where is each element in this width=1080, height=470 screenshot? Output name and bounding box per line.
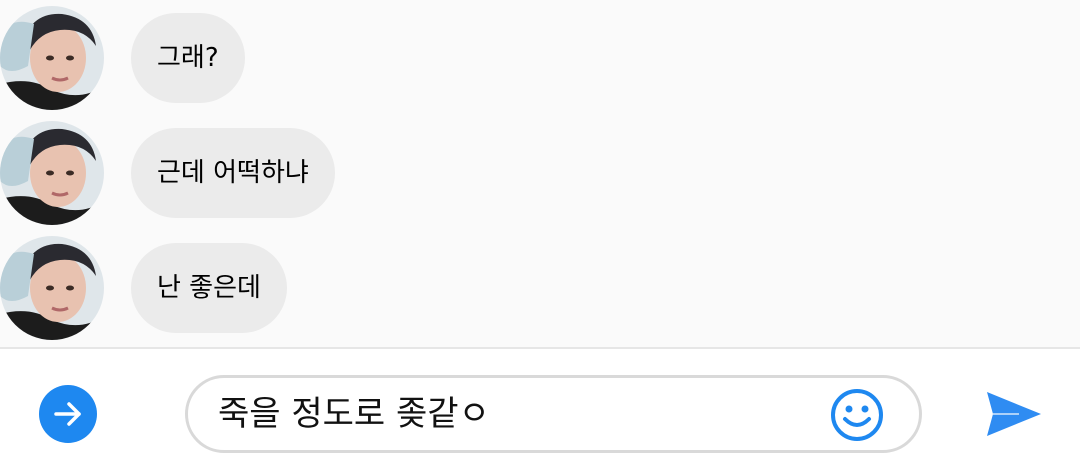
send-icon	[987, 392, 1041, 436]
avatar[interactable]	[0, 121, 104, 225]
expand-actions-button[interactable]	[39, 385, 97, 443]
message-bubble[interactable]: 근데 어떡하냐	[131, 128, 335, 218]
message-input-value[interactable]: 죽을 정도로 좆같ㅇ	[218, 378, 490, 450]
avatar[interactable]	[0, 6, 104, 110]
avatar-image	[0, 236, 104, 340]
message-list[interactable]: 그래? 근데 어떡하냐 난 좋은데	[0, 0, 1080, 347]
message-row: 난 좋은데	[0, 233, 1080, 343]
message-text: 근데 어떡하냐	[157, 158, 309, 188]
avatar[interactable]	[0, 236, 104, 340]
message-text: 그래?	[157, 43, 219, 73]
avatar-image	[0, 121, 104, 225]
emoji-button[interactable]	[829, 387, 885, 443]
message-row: 근데 어떡하냐	[0, 118, 1080, 228]
arrow-right-icon	[54, 402, 81, 426]
message-row: 그래?	[0, 4, 1080, 114]
message-input[interactable]: 죽을 정도로 좆같ㅇ	[185, 375, 922, 453]
smiley-icon	[831, 389, 883, 441]
message-composer: 죽을 정도로 좆같ㅇ	[0, 349, 1080, 470]
message-bubble[interactable]: 난 좋은데	[131, 243, 287, 333]
message-bubble[interactable]: 그래?	[131, 13, 245, 103]
avatar-image	[0, 6, 104, 110]
send-button[interactable]	[985, 389, 1043, 439]
message-text: 난 좋은데	[157, 273, 261, 303]
